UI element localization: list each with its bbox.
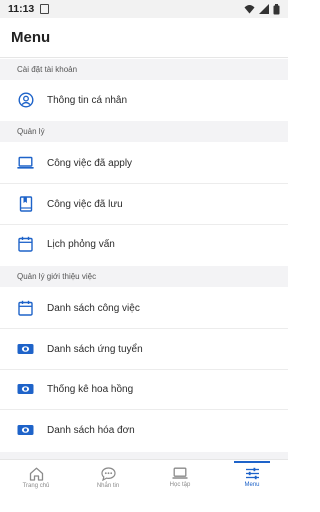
menu-item-label: Danh sách công việc bbox=[47, 302, 140, 314]
menu-item-label: Công việc đã apply bbox=[47, 157, 133, 169]
page-title: Menu bbox=[11, 29, 51, 46]
menu-item-job-list[interactable]: Danh sách công việc bbox=[0, 288, 288, 328]
menu-item-invoice-list[interactable]: Danh sách hóa đơn bbox=[0, 410, 288, 450]
tab-label: Trang chủ bbox=[22, 482, 50, 489]
battery-icon bbox=[273, 3, 280, 14]
section-header-referral: Quản lý giới thiệu việc bbox=[0, 266, 288, 287]
status-bar: 11:13 bbox=[0, 0, 288, 18]
sliders-icon bbox=[245, 467, 259, 480]
chat-icon bbox=[100, 466, 116, 481]
menu-item-label: Thống kê hoa hồng bbox=[47, 383, 134, 395]
status-time: 11:13 bbox=[8, 3, 35, 15]
bottom-nav: Trang chủ Nhắn tin Học tập Menu bbox=[0, 459, 288, 495]
tab-label: Học tập bbox=[169, 482, 191, 488]
tab-menu[interactable]: Menu bbox=[216, 460, 288, 495]
menu-item-saved-jobs[interactable]: Công việc đã lưu bbox=[0, 184, 288, 224]
tab-messages[interactable]: Nhắn tin bbox=[72, 460, 144, 495]
status-icons bbox=[244, 3, 280, 15]
wifi-icon bbox=[244, 5, 255, 14]
menu-item-label: Danh sách ứng tuyển bbox=[47, 343, 143, 355]
menu-item-personal-info[interactable]: Thông tin cá nhân bbox=[0, 80, 288, 120]
sd-card-icon bbox=[40, 4, 50, 14]
user-circle-icon bbox=[17, 92, 34, 109]
home-icon bbox=[29, 467, 43, 481]
laptop-icon bbox=[172, 467, 188, 479]
tab-home[interactable]: Trang chủ bbox=[0, 460, 72, 495]
menu-item-label: Lịch phỏng vấn bbox=[47, 238, 115, 250]
section-header-account: Cài đặt tài khoản bbox=[0, 59, 288, 80]
menu-item-application-list[interactable]: Danh sách ứng tuyển bbox=[0, 329, 288, 369]
menu-item-label: Công việc đã lưu bbox=[47, 198, 123, 210]
section-header-manage: Quản lý bbox=[0, 121, 288, 142]
tab-label: Nhắn tin bbox=[96, 482, 120, 489]
calendar-icon bbox=[17, 300, 34, 317]
book-icon bbox=[17, 196, 34, 213]
laptop-icon bbox=[17, 155, 34, 172]
tab-learning[interactable]: Học tập bbox=[144, 460, 216, 495]
tab-label: Menu bbox=[244, 482, 260, 488]
menu-item-label: Danh sách hóa đơn bbox=[47, 424, 135, 436]
signal-icon bbox=[259, 4, 269, 14]
eye-icon bbox=[17, 381, 34, 398]
eye-icon bbox=[17, 341, 34, 358]
system-nav-area bbox=[0, 495, 288, 512]
menu-item-commission-stats[interactable]: Thống kê hoa hồng bbox=[0, 369, 288, 409]
menu-item-interview-schedule[interactable]: Lịch phỏng vấn bbox=[0, 224, 288, 264]
eye-icon bbox=[17, 422, 34, 439]
menu-item-applied-jobs[interactable]: Công việc đã apply bbox=[0, 143, 288, 183]
menu-item-label: Thông tin cá nhân bbox=[47, 94, 128, 106]
app-bar: Menu bbox=[0, 18, 288, 58]
calendar-icon bbox=[17, 236, 34, 253]
